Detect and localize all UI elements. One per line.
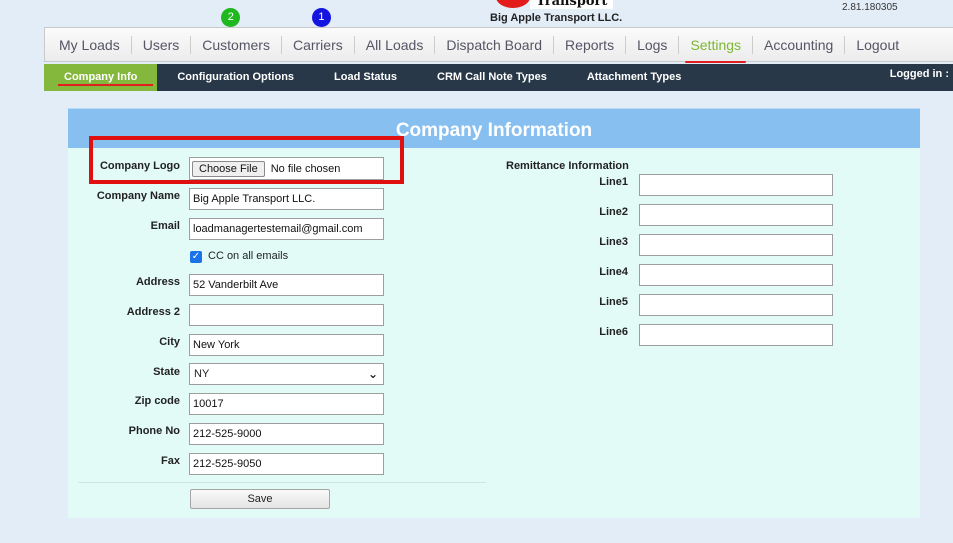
city-input[interactable]: New York [189,334,384,356]
line3-label: Line3 [599,236,628,248]
nav-users[interactable]: Users [132,35,192,54]
cc-all-emails-checkbox[interactable]: ✓ [190,251,202,263]
company-name-input[interactable]: Big Apple Transport LLC. [189,188,384,210]
subnav-configuration-options[interactable]: Configuration Options [157,64,314,91]
line1-input[interactable] [639,174,833,196]
address2-label: Address 2 [126,306,180,318]
main-nav: My Loads Users Customers 2 Carriers 1 Al… [44,7,953,63]
line6-input[interactable] [639,324,833,346]
line5-input[interactable] [639,294,833,316]
nav-logout[interactable]: Logout [845,36,910,54]
remittance-title: Remittance Information [506,160,629,172]
nav-settings[interactable]: Settings [679,35,754,63]
nav-all-loads[interactable]: All Loads [355,35,436,54]
email-label: Email [150,220,180,232]
subnav-attachment-types[interactable]: Attachment Types [567,64,702,91]
logged-in-label: Logged in : [889,68,949,80]
line4-label: Line4 [599,266,628,278]
nav-carriers[interactable]: Carriers 1 [282,7,355,54]
line5-label: Line5 [599,296,628,308]
active-underline [685,60,747,63]
version-number: 2.81.180305 [842,2,898,13]
subnav-crm-call-note-types[interactable]: CRM Call Note Types [417,64,567,91]
state-select[interactable]: NY ⌄ [189,363,384,385]
highlight-box [89,136,404,184]
city-label: City [159,336,180,348]
nav-dispatch-board[interactable]: Dispatch Board [435,35,555,54]
nav-customers[interactable]: Customers 2 [191,7,282,54]
nav-my-loads[interactable]: My Loads [48,35,132,54]
address-input[interactable]: 52 Vanderbilt Ave [189,274,384,296]
fax-input[interactable]: 212-525-9050 [189,453,384,475]
nav-reports[interactable]: Reports [554,35,627,54]
line1-label: Line1 [599,176,628,188]
state-value: NY [194,368,210,380]
chevron-down-icon: ⌄ [367,367,378,381]
logo-apple-icon [496,0,530,8]
line2-label: Line2 [599,206,628,218]
logo-text: Transport [530,0,614,9]
line6-label: Line6 [599,326,628,338]
nav-accounting[interactable]: Accounting [753,35,846,54]
company-name-header: Big Apple Transport LLC. [490,12,623,24]
sub-nav: Company Info Configuration Options Load … [44,64,953,91]
state-label: State [153,366,180,378]
form-divider [78,482,486,483]
subnav-company-info[interactable]: Company Info [44,64,158,91]
company-info-panel: Company Information Company Logo Choose … [68,108,920,518]
line4-input[interactable] [639,264,833,286]
subnav-load-status[interactable]: Load Status [314,64,417,91]
nav-logs[interactable]: Logs [626,35,680,54]
email-input[interactable]: loadmanagertestemail@gmail.com [189,218,384,240]
zip-input[interactable]: 10017 [189,393,384,415]
carriers-count-badge: 1 [311,7,331,27]
phone-input[interactable]: 212-525-9000 [189,423,384,445]
line2-input[interactable] [639,204,833,226]
zip-label: Zip code [134,395,180,407]
address-label: Address [135,276,180,288]
cc-all-emails-label: CC on all emails [208,250,289,262]
active-underline [58,84,154,86]
address2-input[interactable] [189,304,384,326]
save-button[interactable]: Save [190,489,330,509]
line3-input[interactable] [639,234,833,256]
fax-label: Fax [161,455,180,467]
company-name-label: Company Name [96,190,180,202]
phone-label: Phone No [128,425,180,437]
customers-count-badge: 2 [221,7,241,27]
